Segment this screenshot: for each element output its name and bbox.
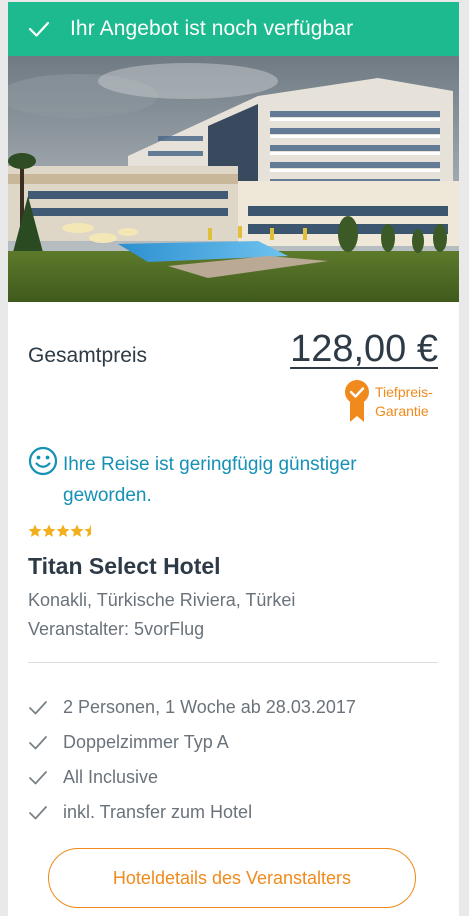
half-star-icon — [84, 524, 91, 537]
guarantee-line2: Garantie — [375, 403, 429, 419]
availability-text: Ihr Angebot ist noch verfügbar — [70, 17, 354, 40]
tour-operator: Veranstalter: 5vorFlug — [28, 619, 205, 639]
hotel-photo[interactable] — [8, 56, 459, 302]
star-icon — [56, 524, 70, 537]
hotel-name: Titan Select Hotel — [28, 553, 221, 579]
check-icon — [29, 770, 47, 784]
star-icon — [70, 524, 84, 537]
total-price-label: Gesamtpreis — [28, 344, 148, 367]
star-icon — [28, 524, 42, 537]
smiley-icon — [28, 446, 58, 476]
feature-text: All Inclusive — [63, 767, 159, 787]
check-icon — [29, 805, 47, 819]
low-price-guarantee[interactable]: Tiefpreis- Garantie — [344, 380, 454, 428]
divider — [28, 662, 438, 663]
star-rating — [28, 524, 98, 540]
list-item: 2 Personen, 1 Woche ab 28.03.2017 — [28, 690, 438, 725]
hotel-location: Konakli, Türkische Riviera, Türkei — [28, 590, 296, 610]
check-icon — [29, 700, 47, 714]
availability-banner: Ihr Angebot ist noch verfügbar — [8, 2, 459, 56]
feature-text: 2 Personen, 1 Woche ab 28.03.2017 — [63, 697, 356, 717]
total-price-value[interactable]: 128,00 € — [290, 328, 438, 371]
list-item: inkl. Transfer zum Hotel — [28, 795, 438, 830]
feature-text: Doppelzimmer Typ A — [63, 732, 229, 752]
list-item: All Inclusive — [28, 760, 438, 795]
checkmark-icon — [28, 21, 50, 37]
list-item: Doppelzimmer Typ A — [28, 725, 438, 760]
offer-card: Ihr Angebot ist noch verfügbar Gesamtpre… — [8, 2, 459, 916]
ribbon-check-icon — [345, 380, 369, 422]
guarantee-line1: Tiefpreis- — [375, 384, 433, 400]
feature-text: inkl. Transfer zum Hotel — [63, 802, 253, 822]
check-icon — [29, 735, 47, 749]
price-row: Gesamtpreis 128,00 € — [28, 328, 438, 380]
price-change-text: Ihre Reise ist geringfügig günstiger gew… — [63, 454, 357, 506]
hotel-details-button[interactable]: Hoteldetails des Veranstalters — [48, 848, 416, 908]
feature-list: 2 Personen, 1 Woche ab 28.03.2017 Doppel… — [28, 690, 438, 830]
star-icon — [42, 524, 56, 537]
guarantee-text: Tiefpreis- Garantie — [375, 383, 433, 421]
